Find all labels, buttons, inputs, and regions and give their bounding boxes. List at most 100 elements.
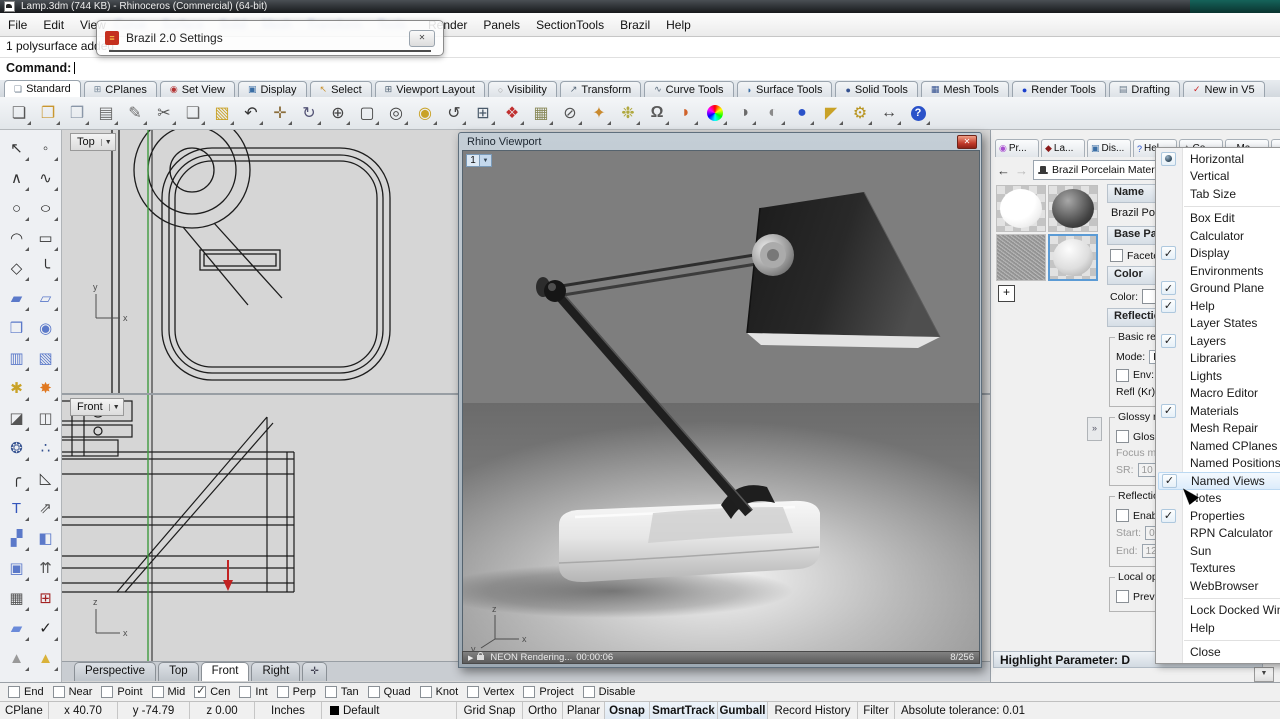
osnap-vertex[interactable]: Vertex — [467, 686, 514, 698]
forward-arrow-icon[interactable]: → — [1015, 163, 1028, 178]
explode-tool[interactable]: ✱ — [2, 373, 31, 403]
pane-layer[interactable]: Default — [322, 702, 457, 719]
menu-file[interactable]: File — [0, 14, 35, 36]
pyramid-tool[interactable]: ▲ — [31, 643, 60, 673]
context-menu-item[interactable]: Help — [1156, 619, 1280, 637]
add-material-button[interactable]: + — [998, 285, 1015, 302]
panel-tab-display[interactable]: ▣ Dis... — [1087, 139, 1131, 157]
osnap-cen[interactable]: Cen — [194, 686, 230, 698]
cut-icon[interactable]: ✂ — [151, 100, 177, 126]
pane-tolerance[interactable]: Absolute tolerance: 0.01 — [895, 702, 1280, 719]
material-thumbnail-porcelain[interactable] — [1048, 234, 1098, 281]
viewport-layout-icon[interactable]: ⊞ — [470, 100, 496, 126]
viewport-tab-front[interactable]: Front — [201, 662, 250, 681]
footer-dropdown[interactable]: ▼ — [1254, 667, 1274, 682]
menu-sectiontools[interactable]: SectionTools — [528, 14, 612, 36]
copy-icon[interactable]: ❑ — [180, 100, 206, 126]
help-icon[interactable]: ? — [905, 100, 931, 126]
color-wheel-icon[interactable] — [702, 100, 728, 126]
context-menu-item[interactable]: Named Positions — [1156, 455, 1280, 473]
zoom-dynamic-icon[interactable]: ◎ — [383, 100, 409, 126]
context-menu-item[interactable]: Lock Docked Windows — [1156, 602, 1280, 620]
fillet-tool[interactable]: ╭ — [2, 463, 31, 493]
chamfer-tool[interactable]: ◺ — [31, 463, 60, 493]
viewport-tab-right[interactable]: Right — [251, 662, 300, 681]
panel-tab-properties[interactable]: ◉ Pr... — [995, 139, 1039, 157]
split-tool[interactable]: ◫ — [31, 403, 60, 433]
polygon-tool[interactable]: ◇ — [2, 253, 31, 283]
layer-state-tool[interactable]: ▰ — [2, 613, 31, 643]
context-menu-item[interactable]: Named CPlanes — [1156, 437, 1280, 455]
osnap-int[interactable]: Int — [239, 686, 267, 698]
toggle-grid-snap[interactable]: Grid Snap — [457, 702, 523, 719]
select-tool[interactable]: ↖ — [2, 133, 31, 163]
undo-icon[interactable]: ↶ — [238, 100, 264, 126]
material-thumbnail-noise[interactable] — [996, 234, 1046, 281]
tab-standard[interactable]: ❏ Standard — [4, 80, 81, 97]
context-menu-item[interactable] — [1156, 203, 1280, 210]
context-menu-item[interactable]: Textures — [1156, 560, 1280, 578]
render-icon[interactable]: ● — [789, 100, 815, 126]
context-menu-item[interactable]: Close — [1156, 644, 1280, 662]
faceted-checkbox[interactable] — [1110, 249, 1123, 262]
context-menu-item[interactable]: Properties — [1156, 507, 1280, 525]
osnap-perp[interactable]: Perp — [277, 686, 316, 698]
tab-visibility[interactable]: ○ Visibility — [488, 81, 557, 97]
lights-icon[interactable]: ❉ — [615, 100, 641, 126]
shaded-view-icon[interactable]: ◑ — [731, 100, 757, 126]
block-tool[interactable]: ▞ — [2, 523, 31, 553]
plan-view-icon[interactable]: ▦ — [528, 100, 554, 126]
zoom-selected-icon[interactable]: ◉ — [412, 100, 438, 126]
panel-expand-chevron[interactable]: » — [1087, 417, 1102, 441]
viewport-front-label[interactable]: Front ▼ — [70, 398, 124, 416]
context-menu-item[interactable]: Environments — [1156, 262, 1280, 280]
dimension-icon[interactable]: ↔ — [876, 100, 902, 126]
context-menu-item[interactable]: Ground Plane — [1156, 280, 1280, 298]
pane-z-coordinate[interactable]: z 0.00 — [190, 702, 255, 719]
tab-mesh-tools[interactable]: ▦ Mesh Tools — [921, 81, 1009, 97]
osnap-quad[interactable]: Quad — [368, 686, 411, 698]
context-menu-item[interactable]: Box Edit — [1156, 210, 1280, 228]
zoom-back-icon[interactable]: ↺ — [441, 100, 467, 126]
pane-y-coordinate[interactable]: y -74.79 — [118, 702, 190, 719]
smash-tool[interactable]: ✸ — [31, 373, 60, 403]
pane-x-coordinate[interactable]: x 40.70 — [49, 702, 118, 719]
paste-icon[interactable]: ▧ — [209, 100, 235, 126]
context-menu-item[interactable]: Horizontal — [1156, 150, 1280, 168]
pane-cplane[interactable]: CPlane — [0, 702, 49, 719]
material-thumbnail-dark[interactable] — [1048, 185, 1098, 232]
material-thumbnail-white[interactable] — [996, 185, 1046, 232]
viewport-expander-icon[interactable]: ✛ — [302, 662, 326, 681]
dimension-tool[interactable]: ⊞ — [31, 583, 60, 613]
title-bar[interactable]: Lamp.3dm (744 KB) - Rhinoceros (Commerci… — [0, 0, 1280, 13]
viewport-top-label[interactable]: Top ▼ — [70, 133, 116, 151]
notification-close-button[interactable]: ✕ — [409, 30, 435, 47]
context-menu-item[interactable]: Layer States — [1156, 315, 1280, 333]
rectangle-tool[interactable]: ▭ — [31, 223, 60, 253]
rhino-viewport-window[interactable]: Rhino Viewport ✕ — [458, 132, 982, 668]
osnap-knot[interactable]: Knot — [420, 686, 459, 698]
lock-icon[interactable]: Ω — [644, 100, 670, 126]
boolean-diff-tool[interactable]: ∴ — [31, 433, 60, 463]
back-arrow-icon[interactable]: ← — [997, 163, 1010, 178]
point-tool[interactable]: ◦ — [31, 133, 60, 163]
render-view[interactable]: z x y — [462, 150, 980, 652]
context-menu-item[interactable]: WebBrowser — [1156, 577, 1280, 595]
control-point-curve-tool[interactable]: ∧ — [2, 163, 31, 193]
solid-union-tool[interactable]: ▣ — [2, 553, 31, 583]
ellipse-tool[interactable]: ○ — [31, 193, 60, 223]
context-menu-item[interactable]: Layers — [1156, 332, 1280, 350]
move-copy-tool[interactable]: ⇗ — [31, 493, 60, 523]
boolean-union-tool[interactable]: ❂ — [2, 433, 31, 463]
context-menu-item[interactable] — [1156, 595, 1280, 602]
context-menu-item[interactable]: Notes — [1156, 490, 1280, 508]
context-menu-item[interactable]: Named Views — [1158, 472, 1280, 490]
toggle-planar[interactable]: Planar — [563, 702, 605, 719]
osnap-disable[interactable]: Disable — [583, 686, 636, 698]
box-tool[interactable]: ❒ — [2, 313, 31, 343]
osnap-mid[interactable]: Mid — [152, 686, 186, 698]
context-menu-item[interactable]: Macro Editor — [1156, 385, 1280, 403]
context-menu-item[interactable]: Vertical — [1156, 168, 1280, 186]
tab-select[interactable]: ↖ Select — [310, 81, 372, 97]
zoom-window-icon[interactable]: ▢ — [354, 100, 380, 126]
